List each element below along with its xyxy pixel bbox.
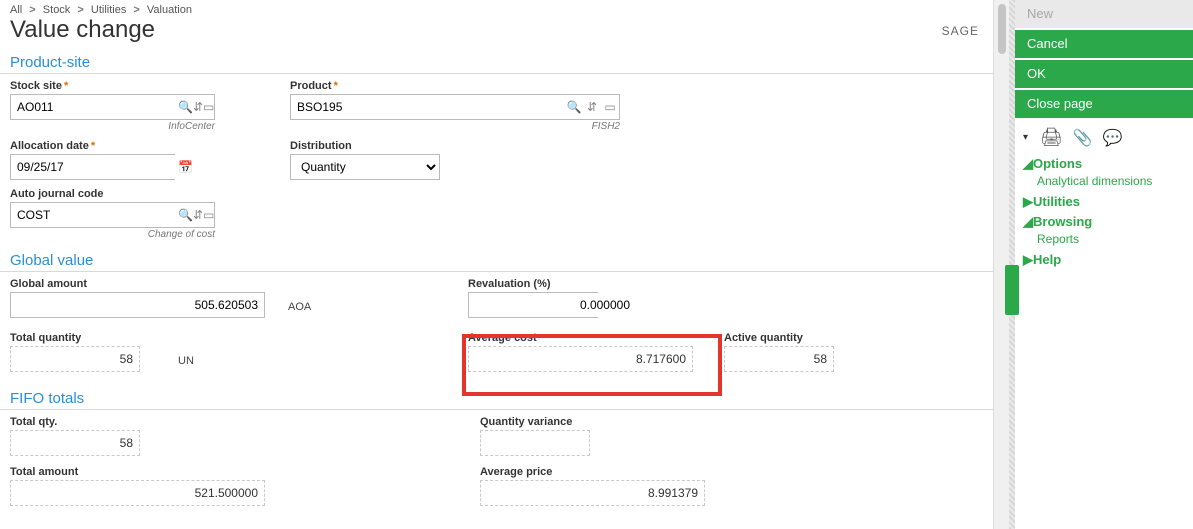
- search-icon[interactable]: 🔍: [565, 95, 583, 119]
- breadcrumb: All > Stock > Utilities > Valuation: [0, 0, 993, 16]
- stock-site-label: Stock site*: [10, 80, 230, 92]
- card-icon[interactable]: ▭: [203, 203, 214, 227]
- close-page-button[interactable]: Close page: [1015, 90, 1193, 118]
- calendar-icon[interactable]: 📅: [178, 155, 193, 179]
- avg-cost-value: 8.717600: [468, 346, 693, 372]
- fifo-avg-price-value: 8.991379: [480, 480, 705, 506]
- new-button: New: [1015, 0, 1193, 28]
- global-amount-label: Global amount: [10, 278, 270, 290]
- action-icon[interactable]: ⇵: [193, 95, 203, 119]
- print-icon[interactable]: 🖨: [1040, 127, 1063, 148]
- scrollbar-thumb[interactable]: [998, 4, 1006, 54]
- product-input-wrap: 🔍 ⇵ ▭: [290, 94, 620, 120]
- global-amount-input[interactable]: [11, 293, 264, 317]
- crumb-stock[interactable]: Stock: [43, 4, 71, 16]
- search-icon[interactable]: 🔍: [178, 95, 193, 119]
- fifo-total-qty-label: Total qty.: [10, 416, 480, 428]
- active-qty-label: Active quantity: [724, 332, 874, 344]
- panel-collapse-handle[interactable]: [1005, 265, 1019, 315]
- page-title: Value change: [10, 16, 155, 44]
- section-product-site: Product-site: [0, 50, 993, 74]
- side-panel: New Cancel OK Close page ▾ 🖨 📎 💬 ◢Option…: [1015, 0, 1193, 529]
- product-helper: FISH2: [290, 121, 620, 132]
- attachment-icon[interactable]: 📎: [1073, 128, 1093, 148]
- total-qty-label: Total quantity: [10, 332, 160, 344]
- revaluation-label: Revaluation (%): [468, 278, 618, 290]
- revaluation-input[interactable]: [469, 293, 636, 317]
- options-group[interactable]: ◢Options: [1023, 156, 1185, 172]
- panel-divider[interactable]: [1009, 0, 1015, 529]
- card-icon[interactable]: ▭: [203, 95, 214, 119]
- chevron-right-icon: >: [77, 4, 83, 16]
- auto-journal-wrap: 🔍 ⇵ ▭: [10, 202, 215, 228]
- global-amount-wrap: [10, 292, 265, 318]
- stock-site-helper: InfoCenter: [10, 121, 215, 132]
- section-fifo-totals: FIFO totals: [0, 386, 993, 410]
- reports-link[interactable]: Reports: [1023, 230, 1185, 248]
- fifo-avg-price-label: Average price: [480, 466, 720, 478]
- browsing-group[interactable]: ◢Browsing: [1023, 214, 1185, 230]
- allocation-date-wrap: 📅: [10, 154, 175, 180]
- comment-icon[interactable]: 💬: [1103, 128, 1123, 148]
- auto-journal-helper: Change of cost: [10, 229, 215, 240]
- distribution-label: Distribution: [290, 140, 630, 152]
- product-input[interactable]: [291, 95, 565, 119]
- card-icon[interactable]: ▭: [601, 95, 619, 119]
- ok-button[interactable]: OK: [1015, 60, 1193, 88]
- crumb-all[interactable]: All: [10, 4, 22, 16]
- distribution-select[interactable]: Quantity: [290, 154, 440, 180]
- chevron-right-icon: >: [29, 4, 35, 16]
- fifo-qty-var-label: Quantity variance: [480, 416, 720, 428]
- chevron-right-icon: >: [133, 4, 139, 16]
- fifo-total-amount-value: 521.500000: [10, 480, 265, 506]
- total-qty-unit: UN: [178, 355, 468, 367]
- allocation-date-input[interactable]: [11, 155, 178, 179]
- action-icon[interactable]: ⇵: [583, 95, 601, 119]
- revaluation-wrap: [468, 292, 598, 318]
- brand-label: SAGE: [942, 24, 979, 38]
- stock-site-input[interactable]: [11, 95, 178, 119]
- action-icon[interactable]: ⇵: [193, 203, 203, 227]
- auto-journal-label: Auto journal code: [10, 188, 230, 200]
- fifo-total-qty-value: 58: [10, 430, 140, 456]
- utilities-group[interactable]: ▶Utilities: [1023, 194, 1185, 210]
- fifo-total-amount-label: Total amount: [10, 466, 480, 478]
- total-qty-value: 58: [10, 346, 140, 372]
- analytical-dimensions-link[interactable]: Analytical dimensions: [1023, 172, 1185, 190]
- allocation-date-label: Allocation date*: [10, 140, 230, 152]
- avg-cost-label: Average cost: [468, 332, 708, 344]
- stock-site-input-wrap: 🔍 ⇵ ▭: [10, 94, 215, 120]
- cancel-button[interactable]: Cancel: [1015, 30, 1193, 58]
- help-group[interactable]: ▶Help: [1023, 252, 1185, 268]
- active-qty-value: 58: [724, 346, 834, 372]
- crumb-valuation[interactable]: Valuation: [147, 4, 192, 16]
- section-global-value: Global value: [0, 248, 993, 272]
- chevron-down-icon[interactable]: ▾: [1023, 132, 1028, 143]
- fifo-qty-var-value: [480, 430, 590, 456]
- global-amount-unit: AOA: [288, 301, 468, 313]
- search-icon[interactable]: 🔍: [178, 203, 193, 227]
- auto-journal-input[interactable]: [11, 203, 178, 227]
- crumb-utilities[interactable]: Utilities: [91, 4, 126, 16]
- product-label: Product*: [290, 80, 630, 92]
